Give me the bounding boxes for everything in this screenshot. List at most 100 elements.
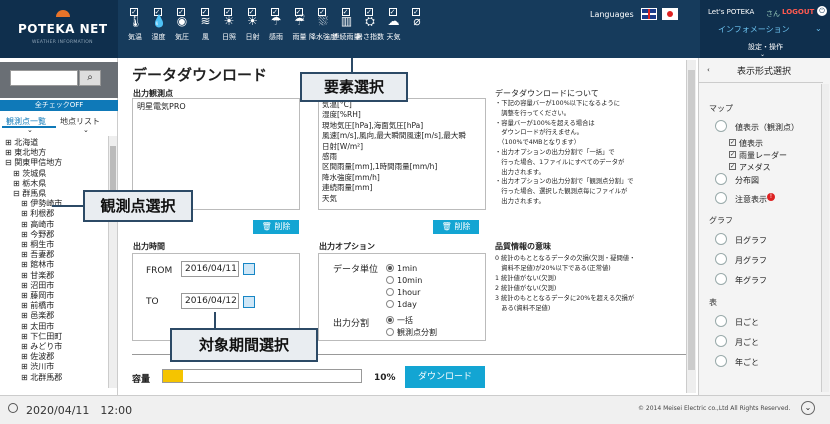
to-date-input[interactable]: 2016/04/12 — [181, 293, 239, 309]
delete-elements-button[interactable]: 🗑 削除 — [433, 220, 479, 234]
logout-icon[interactable]: ⏻ — [817, 6, 827, 16]
amedas-checkbox[interactable]: ✓ — [729, 163, 736, 170]
radio-icon[interactable] — [386, 276, 394, 284]
about-line: ・出力オプションの出力分割で「一括」で — [495, 148, 615, 156]
element-list-item[interactable]: 湿度[%RH] — [322, 110, 482, 120]
element-list-item[interactable]: 天気 — [322, 194, 482, 204]
radio-icon[interactable] — [386, 300, 394, 308]
tree-item[interactable]: ⊞ 桐生市 — [5, 240, 62, 250]
element-list-item[interactable]: 降水強度[mm/h] — [322, 173, 482, 183]
element-toggle[interactable]: ✓ ▥ 連続雨量 — [333, 0, 361, 58]
element-toggle[interactable]: ✓ 🌡 気温 — [124, 0, 146, 58]
tree-item[interactable]: ⊞ 北海道 — [5, 138, 62, 148]
tree-item[interactable]: ⊞ みどり市 — [5, 342, 62, 352]
distribution-radio[interactable] — [715, 173, 727, 185]
tree-item[interactable]: ⊞ 渋川市 — [5, 362, 62, 372]
tree-item[interactable]: ⊞ 下仁田町 — [5, 332, 62, 342]
delete-obs-button[interactable]: 🗑 削除 — [253, 220, 299, 234]
monthly-graph-radio[interactable] — [715, 253, 727, 265]
tree-item[interactable]: ⊞ 北群馬郡 — [5, 373, 62, 383]
tree-item[interactable]: ⊞ 沼田市 — [5, 281, 62, 291]
settings-chevron-icon[interactable]: ⌄ — [760, 51, 765, 58]
calendar-icon[interactable] — [243, 263, 255, 275]
caution-radio[interactable] — [715, 192, 727, 204]
element-toggle[interactable]: ✓ ☀ 日照 — [218, 0, 240, 58]
split-radio[interactable]: 一括 — [386, 316, 413, 325]
right-scrollbar[interactable] — [821, 84, 829, 392]
radio-icon[interactable] — [386, 264, 394, 272]
tree-item[interactable]: ⊞ 利根郡 — [5, 209, 62, 219]
from-date-input[interactable]: 2016/04/11 — [181, 261, 239, 277]
tree-item[interactable]: ⊞ 前橋市 — [5, 301, 62, 311]
obs-point-item[interactable]: 明星電気PRO — [133, 99, 299, 114]
search-input[interactable] — [10, 70, 78, 86]
element-list-item[interactable]: 現地気圧[hPa],海面気圧[hPa] — [322, 121, 482, 131]
monthly-table-radio[interactable] — [715, 335, 727, 347]
value-display-radio[interactable] — [715, 120, 727, 132]
chevron-down-icon[interactable]: ⌄ — [801, 401, 815, 415]
element-list-item[interactable]: 区間雨量[mm],1時間雨量[mm/h] — [322, 162, 482, 172]
element-toggle[interactable]: ✓ ☂ 感雨 — [265, 0, 287, 58]
element-toggle[interactable]: ✓ ⛆ 降水強度 — [309, 0, 337, 58]
unit-radio[interactable]: 1min — [386, 264, 417, 273]
uk-flag-icon[interactable] — [641, 8, 657, 20]
element-toggle[interactable]: ✓ ☀ 日射 — [242, 0, 264, 58]
yearly-table-radio[interactable] — [715, 355, 727, 367]
element-list-item[interactable]: 日射[W/m²] — [322, 142, 482, 152]
yearly-graph-radio[interactable] — [715, 273, 727, 285]
daily-table-radio[interactable] — [715, 315, 727, 327]
element-toggle[interactable]: ✓ ⛭ 暑さ指数 — [356, 0, 384, 58]
radio-icon[interactable] — [386, 328, 394, 336]
information-link[interactable]: インフォメーション — [718, 24, 790, 35]
collapse-chevron-icon[interactable]: ‹ — [707, 66, 710, 74]
tree-item[interactable]: ⊞ 栃木県 — [5, 179, 62, 189]
unit-radio[interactable]: 1hour — [386, 288, 420, 297]
radio-icon[interactable] — [386, 288, 394, 296]
settings-link[interactable]: 設定・操作 — [748, 42, 783, 52]
element-toggle[interactable]: ✓ ☁ 天気 — [383, 0, 405, 58]
element-toggle[interactable]: ✓ ☔ 雨量 — [289, 0, 311, 58]
element-toggle[interactable]: ✓ ≋ 風 — [195, 0, 217, 58]
japan-flag-icon[interactable] — [662, 8, 678, 20]
location-tree[interactable]: ⊞ 北海道 ⊞ 東北地方 ⊟ 関東甲信地方 ⊞ 茨城県 ⊞ 栃木県 ⊟ 群馬県 ⊞ … — [5, 138, 62, 383]
element-toggle[interactable]: ✓ ⌀ — [406, 0, 428, 58]
daily-graph-radio[interactable] — [715, 233, 727, 245]
value-checkbox[interactable]: ✓ — [729, 139, 736, 146]
logo-subtitle: WEATHER INFORMATION — [32, 40, 93, 45]
tab-location-list[interactable]: 地点リスト — [60, 116, 100, 127]
clock-icon — [8, 403, 18, 413]
all-check-off-button[interactable]: 全チェックOFF — [0, 100, 118, 111]
tree-item[interactable]: ⊟ 関東甲信地方 — [5, 158, 62, 168]
element-list-item[interactable]: 感雨 — [322, 152, 482, 162]
radio-icon[interactable] — [386, 316, 394, 324]
tree-item[interactable]: ⊞ 今野郡 — [5, 230, 62, 240]
download-button[interactable]: ダウンロード — [405, 366, 485, 388]
tree-item[interactable]: ⊞ 吾妻郡 — [5, 250, 62, 260]
element-list-item[interactable]: 風速[m/s],風向,最大瞬間風速[m/s],最大瞬 — [322, 131, 482, 141]
main-scrollbar[interactable] — [686, 60, 696, 393]
element-toggle[interactable]: ✓ ◉ 気圧 — [171, 0, 193, 58]
search-icon[interactable]: ⌕ — [79, 70, 101, 86]
tree-scrollbar[interactable] — [108, 136, 117, 388]
tree-item[interactable]: ⊞ 太田市 — [5, 322, 62, 332]
tree-item[interactable]: ⊞ 藤岡市 — [5, 291, 62, 301]
tree-item[interactable]: ⊞ 佐波郡 — [5, 352, 62, 362]
tree-item[interactable]: ⊞ 甘楽郡 — [5, 271, 62, 281]
logout-link[interactable]: LOGOUT — [782, 8, 814, 16]
tree-item[interactable]: ⊞ 高崎市 — [5, 220, 62, 230]
logo: POTEKA NET WEATHER INFORMATION — [0, 0, 118, 58]
tree-item[interactable]: ⊞ 茨城県 — [5, 169, 62, 179]
elements-list[interactable]: 気温[°C] 湿度[%RH] 現地気圧[hPa],海面気圧[hPa] 風速[m/s],… — [318, 98, 486, 210]
unit-radio[interactable]: 10min — [386, 276, 422, 285]
element-toggle[interactable]: ✓ 💧 湿度 — [148, 0, 170, 58]
element-list-item[interactable]: 連続雨量[mm] — [322, 183, 482, 193]
tree-item[interactable]: ⊞ 東北地方 — [5, 148, 62, 158]
chevron-down-icon[interactable]: ⌄ — [815, 24, 822, 33]
tree-item[interactable]: ⊞ 邑楽郡 — [5, 311, 62, 321]
unit-radio[interactable]: 1day — [386, 300, 417, 309]
radar-checkbox[interactable]: ✓ — [729, 151, 736, 158]
split-radio[interactable]: 観測点分割 — [386, 328, 437, 337]
tree-item[interactable]: ⊟ 群馬県 — [5, 189, 62, 199]
tree-item[interactable]: ⊞ 館林市 — [5, 260, 62, 270]
calendar-icon[interactable] — [243, 296, 255, 308]
